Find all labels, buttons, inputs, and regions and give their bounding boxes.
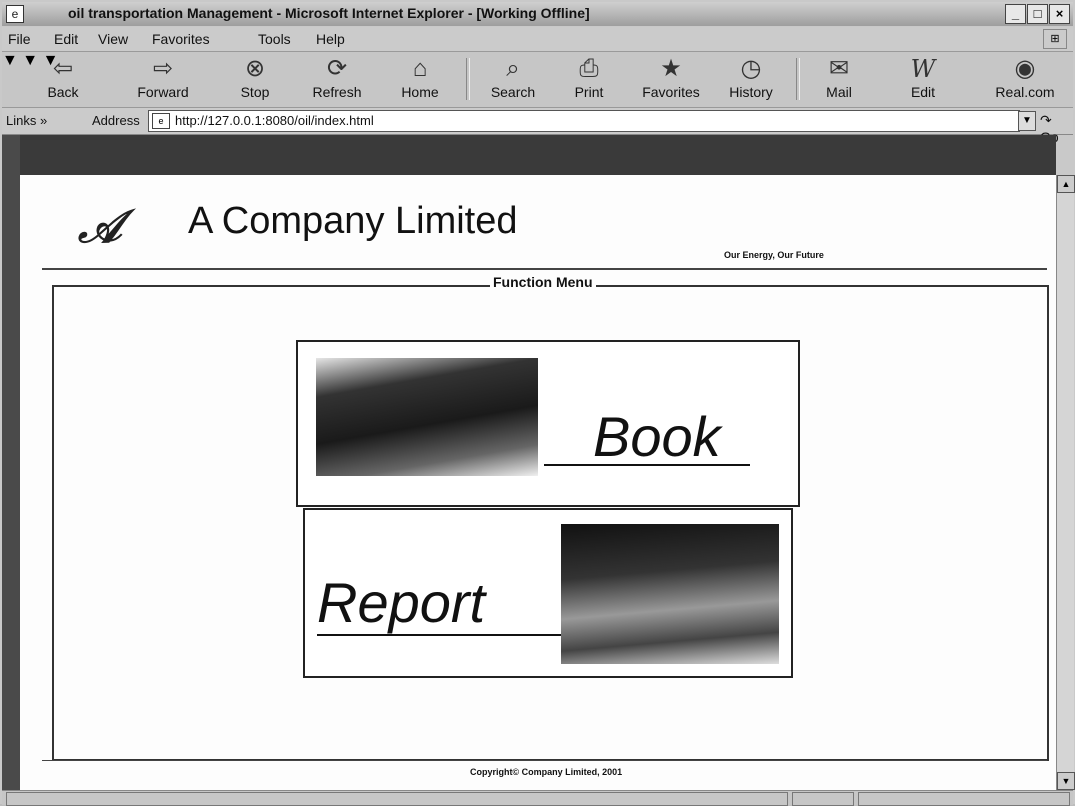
- back-dropdown-icon[interactable]: ▼: [2, 52, 18, 69]
- slogan: Our Energy, Our Future: [724, 250, 824, 260]
- stop-icon: ⊗: [244, 55, 266, 82]
- restore-button[interactable]: □: [1027, 4, 1048, 24]
- refresh-label: Refresh: [312, 84, 362, 100]
- home-button[interactable]: ⌂ Home: [392, 54, 448, 100]
- book-button[interactable]: Book: [296, 340, 800, 507]
- mail-label: Mail: [826, 84, 852, 100]
- menu-view[interactable]: View: [98, 31, 128, 47]
- company-logo-icon: 𝒜: [78, 199, 122, 253]
- menu-file[interactable]: File: [8, 31, 31, 47]
- title-bar: e oil transportation Management - Micros…: [2, 2, 1073, 26]
- browser-window: e oil transportation Management - Micros…: [0, 0, 1075, 806]
- report-underline: [317, 634, 569, 636]
- address-bar: Links » Address e http://127.0.0.1:8080/…: [2, 108, 1073, 145]
- address-label: Address: [92, 113, 140, 128]
- history-icon: ◷: [740, 55, 762, 82]
- menu-bar: File Edit View Favorites Tools Help ⊞: [2, 27, 1073, 52]
- back-arrow-icon: ⇦: [52, 55, 74, 82]
- print-button[interactable]: ⎙ Print: [564, 54, 614, 100]
- realcom-label: Real.com: [995, 84, 1055, 100]
- home-icon: ⌂: [412, 55, 428, 82]
- menu-edit[interactable]: Edit: [54, 31, 78, 47]
- page-icon: e: [152, 113, 170, 129]
- refresh-icon: ⟳: [326, 55, 348, 82]
- links-button[interactable]: Links »: [6, 113, 47, 128]
- mail-icon: ✉: [828, 55, 850, 82]
- stop-label: Stop: [240, 84, 270, 100]
- copyright-text: Copyright© Company Limited, 2001: [470, 767, 623, 777]
- search-icon: ⌕: [506, 55, 520, 82]
- scroll-up-icon[interactable]: ▲: [1057, 175, 1075, 193]
- favorites-label: Favorites: [642, 84, 700, 100]
- forward-button[interactable]: ⇨ Forward: [128, 54, 198, 100]
- vertical-scrollbar[interactable]: ▲ ▼: [1056, 175, 1075, 790]
- forward-label: Forward: [137, 84, 189, 100]
- favorites-icon: ★: [660, 55, 682, 82]
- status-bar: [2, 790, 1073, 806]
- forward-arrow-icon: ⇨: [152, 55, 174, 82]
- toolbar-separator: [466, 58, 470, 100]
- close-button[interactable]: ×: [1049, 4, 1070, 24]
- left-frame-border: [2, 135, 20, 790]
- report-button[interactable]: Report: [303, 508, 793, 678]
- forward-dropdown-icon[interactable]: ▼: [22, 52, 38, 69]
- home-label: Home: [401, 84, 439, 100]
- edit-button[interactable]: W Edit: [898, 54, 948, 100]
- realcom-button[interactable]: ◉ Real.com: [986, 54, 1064, 100]
- menu-favorites[interactable]: Favorites: [152, 31, 210, 47]
- function-menu-title: Function Menu: [490, 274, 596, 290]
- ie-app-icon: e: [6, 5, 24, 23]
- menu-tools[interactable]: Tools: [258, 31, 291, 47]
- back-label: Back: [47, 84, 79, 100]
- edit-icon: W: [910, 55, 936, 83]
- stop-button[interactable]: ⊗ Stop: [230, 54, 280, 100]
- back-button[interactable]: ⇦ Back: [38, 54, 88, 100]
- print-icon: ⎙: [579, 55, 599, 82]
- toolbar-separator: [796, 58, 800, 100]
- address-dropdown-icon[interactable]: ▼: [1018, 111, 1036, 131]
- report-photo-image: [561, 524, 779, 664]
- toolbar: ⇦ Back ▼ ⇨ Forward ▼ ⊗ Stop ⟳ Refresh ⌂ …: [2, 52, 1073, 108]
- report-label: Report: [317, 571, 486, 634]
- mail-button[interactable]: ✉ Mail: [810, 54, 868, 100]
- realcom-icon: ◉: [1014, 55, 1036, 82]
- search-button[interactable]: ⌕ Search: [480, 54, 546, 100]
- address-input[interactable]: e http://127.0.0.1:8080/oil/index.html: [148, 110, 1020, 132]
- scroll-down-icon[interactable]: ▼: [1057, 772, 1075, 790]
- windows-flag-icon: ⊞: [1043, 29, 1067, 49]
- book-label: Book: [593, 405, 721, 468]
- favorites-button[interactable]: ★ Favorites: [636, 54, 706, 100]
- print-label: Print: [574, 84, 604, 100]
- frame-border: [2, 135, 1056, 175]
- history-button[interactable]: ◷ History: [722, 54, 780, 100]
- footer-divider: [42, 760, 1047, 761]
- history-label: History: [729, 84, 773, 100]
- search-label: Search: [490, 84, 536, 100]
- menu-help[interactable]: Help: [316, 31, 345, 47]
- address-url: http://127.0.0.1:8080/oil/index.html: [175, 113, 374, 128]
- header-divider: [42, 268, 1047, 270]
- company-name: A Company Limited: [188, 200, 518, 242]
- window-title: oil transportation Management - Microsof…: [68, 5, 590, 21]
- edit-label: Edit: [910, 84, 936, 100]
- go-arrow-icon: ↷: [1040, 112, 1052, 128]
- refresh-button[interactable]: ⟳ Refresh: [304, 54, 370, 100]
- minimize-button[interactable]: _: [1005, 4, 1026, 24]
- book-photo-image: [316, 358, 538, 476]
